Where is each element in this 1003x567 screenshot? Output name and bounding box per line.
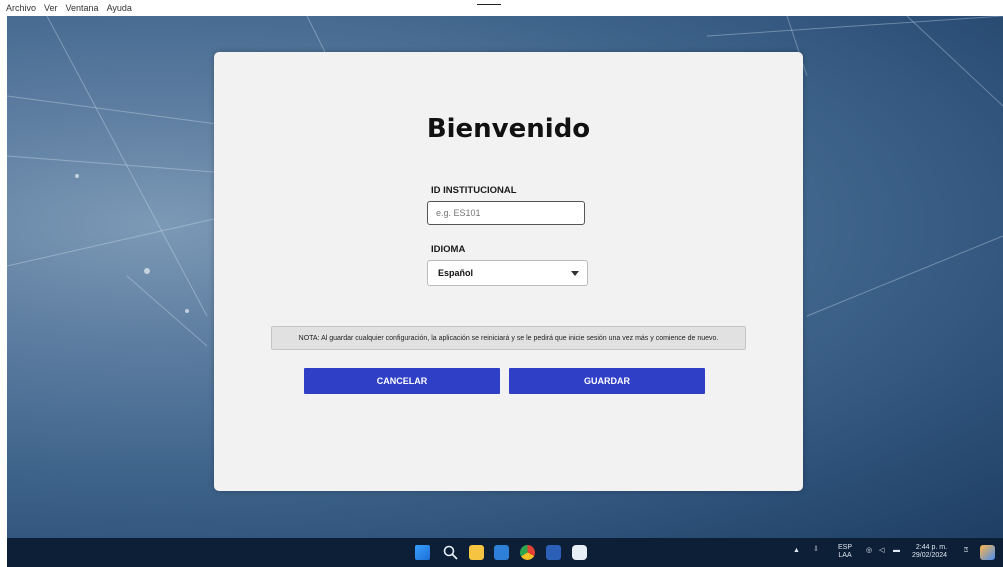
menu-bar: Archivo Ver Ventana Ayuda <box>0 0 1003 16</box>
language-indicator[interactable]: ESP LAA <box>838 544 852 560</box>
word-icon[interactable] <box>546 545 561 560</box>
mail-icon[interactable] <box>494 545 509 560</box>
wifi-icon[interactable]: ◎ <box>866 547 872 555</box>
cancel-button-label: CANCELAR <box>376 376 428 386</box>
chrome-icon[interactable] <box>520 545 535 560</box>
language-selected-value: Español <box>438 268 474 278</box>
search-icon[interactable] <box>443 545 458 560</box>
volume-icon[interactable]: ◁ <box>879 547 884 555</box>
windows-start-icon[interactable] <box>415 545 430 560</box>
cancel-button[interactable]: CANCELAR <box>304 368 500 394</box>
page-title: Bienvenido <box>426 114 591 144</box>
menu-ventana[interactable]: Ventana <box>66 3 99 13</box>
notification-icon[interactable]: ⍰ <box>964 547 968 555</box>
file-explorer-icon[interactable] <box>469 545 484 560</box>
menu-ayuda[interactable]: Ayuda <box>107 3 132 13</box>
taskbar: ▲ ⇩ ESP LAA ◎ ◁ ▬ 2:44 p. m. 29/02/2024 … <box>7 538 1003 567</box>
save-button[interactable]: GUARDAR <box>509 368 705 394</box>
copilot-icon[interactable] <box>980 545 995 560</box>
language-top: ESP <box>838 544 853 551</box>
institutional-id-input[interactable] <box>427 201 585 225</box>
menu-archivo[interactable]: Archivo <box>6 3 36 13</box>
language-bottom: LAA <box>838 552 852 559</box>
clock-date: 29/02/2024 <box>912 552 948 559</box>
chevron-up-icon[interactable]: ▲ <box>793 547 800 555</box>
usb-icon[interactable]: ⇩ <box>813 546 819 554</box>
language-select[interactable]: Español <box>427 260 588 286</box>
clock[interactable]: 2:44 p. m. 29/02/2024 <box>912 544 947 560</box>
institutional-id-label: ID INSTITUCIONAL <box>431 185 517 196</box>
clock-time: 2:44 p. m. <box>915 544 948 551</box>
restart-note: NOTA: Al guardar cualquier configuración… <box>271 326 746 350</box>
battery-icon[interactable]: ▬ <box>893 547 900 555</box>
menu-ver[interactable]: Ver <box>44 3 58 13</box>
language-label: IDIOMA <box>431 244 466 255</box>
chevron-down-icon <box>571 271 579 276</box>
app-icon[interactable] <box>572 545 587 560</box>
save-button-label: GUARDAR <box>584 376 630 386</box>
settings-dialog: Bienvenido ID INSTITUCIONAL IDIOMA Españ… <box>214 52 803 491</box>
window-drag-handle[interactable] <box>477 4 501 5</box>
restart-note-text: NOTA: Al guardar cualquier configuración… <box>298 334 719 342</box>
